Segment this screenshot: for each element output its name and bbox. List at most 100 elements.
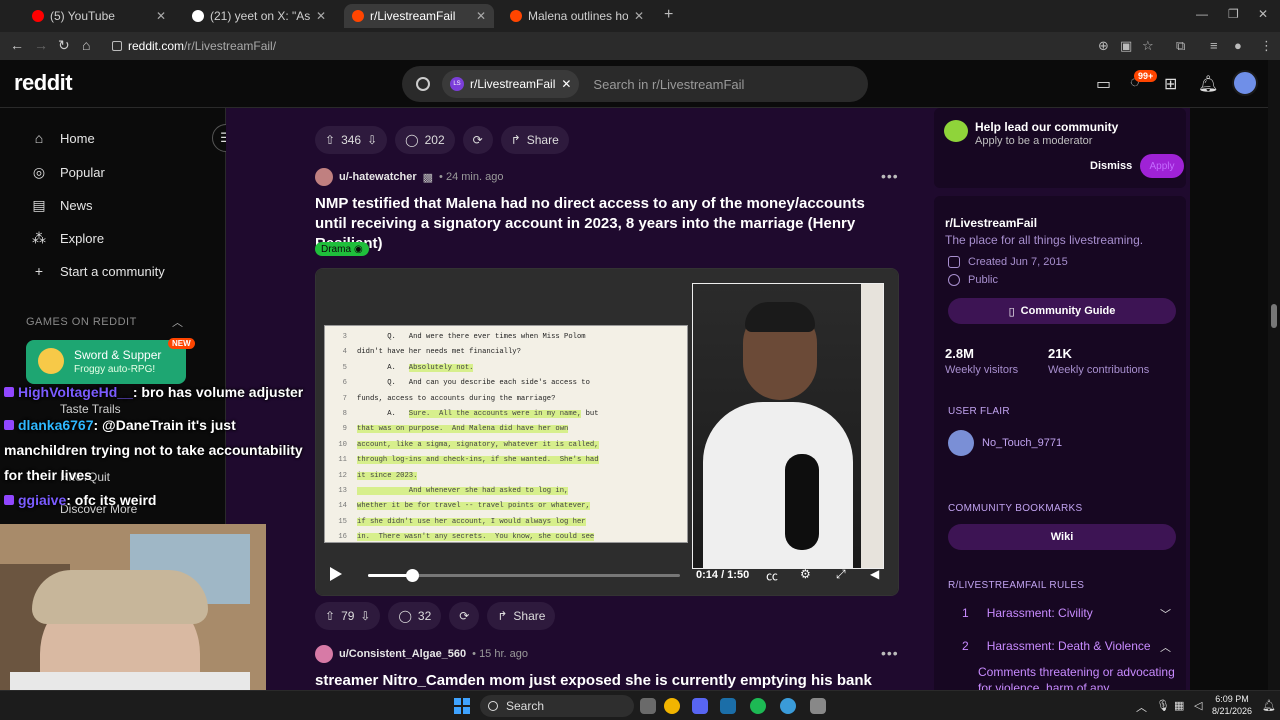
seek-handle[interactable] <box>405 569 419 582</box>
home-icon[interactable]: ⌂ <box>82 37 90 53</box>
downvote-icon[interactable]: ⇩ <box>360 609 370 623</box>
forward-icon[interactable]: → <box>34 37 48 53</box>
chrome-icon[interactable] <box>664 698 680 714</box>
community-name[interactable]: r/LivestreamFail <box>945 216 1037 230</box>
sidebar-item-popular[interactable]: ◎ Popular <box>30 164 105 181</box>
apply-button[interactable]: Apply <box>1140 154 1184 178</box>
close-tab-icon[interactable]: ✕ <box>476 9 486 23</box>
steam-icon[interactable] <box>720 698 736 714</box>
discord-icon[interactable] <box>692 698 708 714</box>
game-card-sword-supper[interactable]: Sword & Supper Froggy auto-RPG! <box>26 340 186 384</box>
bookmark-star-icon[interactable]: ☆ <box>1142 38 1154 54</box>
zoom-icon[interactable]: ⊕ <box>1098 38 1109 54</box>
notifications-icon[interactable]: 🔔︎ <box>1262 699 1276 712</box>
community-guide-button[interactable]: ▯ Community Guide <box>948 298 1176 324</box>
close-window-icon[interactable]: ✕ <box>1258 7 1268 21</box>
install-icon[interactable]: ▣ <box>1120 38 1132 54</box>
notifications-bell-icon[interactable]: 🔔︎ <box>1198 74 1218 94</box>
post-options-icon[interactable]: ••• <box>881 168 899 184</box>
post-meta: u/Consistent_Algae_560 • 15 hr. ago <box>315 645 528 663</box>
windows-start-icon[interactable] <box>454 698 470 714</box>
extensions-icon[interactable]: ⧉ <box>1176 38 1185 54</box>
video-player[interactable]: 3 Q. And were there ever times when Miss… <box>315 268 899 596</box>
fullscreen-icon[interactable]: ⤢ <box>836 567 846 582</box>
post-author[interactable]: u/-hatewatcher <box>339 171 417 183</box>
tab-livestreamfail[interactable]: r/LivestreamFail ✕ <box>344 4 494 28</box>
share-button[interactable]: ↱ Share <box>500 126 569 154</box>
site-info-icon[interactable] <box>112 41 122 51</box>
reddit-logo[interactable]: reddit <box>14 70 73 96</box>
tray-chevron-icon[interactable]: ︿ <box>1136 699 1147 715</box>
play-icon[interactable] <box>330 567 342 581</box>
taskbar-search[interactable]: Search <box>480 695 634 717</box>
upvote-icon[interactable]: ⇧ <box>325 133 335 147</box>
settings-gear-icon[interactable]: ⚙ <box>800 567 811 581</box>
user-avatar-icon[interactable] <box>315 168 333 186</box>
sidebar-item-home[interactable]: ⌂ Home <box>30 130 95 146</box>
tab-malena[interactable]: Malena outlines how her relati ✕ <box>502 4 652 28</box>
page-scrollbar[interactable] <box>1268 60 1280 690</box>
speaker-icon[interactable]: ◁ <box>1194 699 1202 712</box>
app-icon[interactable] <box>780 698 796 714</box>
chevron-up-icon[interactable]: ︿ <box>1160 639 1171 655</box>
minimize-icon[interactable]: — <box>1196 7 1208 21</box>
maximize-icon[interactable]: ❐ <box>1228 7 1239 21</box>
crosspost-button[interactable]: ⟳ <box>462 126 493 154</box>
gaming-app-icon[interactable] <box>640 698 656 714</box>
advertise-icon[interactable]: ▭ <box>1096 74 1111 94</box>
post-title[interactable]: NMP testified that Malena had no direct … <box>315 194 895 254</box>
user-flair[interactable]: No_Touch_9771 <box>948 430 1062 456</box>
create-post-icon[interactable]: ⊞ <box>1164 74 1177 94</box>
back-icon[interactable]: ← <box>10 37 24 53</box>
taskbar-clock[interactable]: 6:09 PM 8/21/2026 <box>1212 693 1252 717</box>
tab-youtube[interactable]: (5) YouTube ✕ <box>24 4 174 28</box>
transcript-line: 10 account, like a sigma, signatory, what… <box>331 438 687 453</box>
clear-chip-icon[interactable]: ✕ <box>561 77 571 91</box>
share-button[interactable]: ↱ Share <box>487 602 556 630</box>
close-tab-icon[interactable]: ✕ <box>634 9 644 23</box>
rule-item-2[interactable]: 2 Harassment: Death & Violence <box>962 639 1151 653</box>
close-tab-icon[interactable]: ✕ <box>156 9 166 23</box>
volume-icon[interactable]: ◀︎ <box>870 567 879 581</box>
network-icon[interactable]: ▦ <box>1174 699 1184 712</box>
post-title[interactable]: streamer Nitro_Camden mom just exposed s… <box>315 671 915 691</box>
user-avatar[interactable] <box>1232 70 1258 96</box>
sidebar-item-explore[interactable]: ⁂ Explore <box>30 230 104 247</box>
line-number: 16 <box>338 533 347 542</box>
scrollbar-thumb[interactable] <box>1271 304 1277 328</box>
dismiss-button[interactable]: Dismiss <box>1090 160 1132 172</box>
sidebar-item-start-community[interactable]: + Start a community <box>30 263 165 279</box>
reddit-icon <box>352 10 364 22</box>
weekly-contributions-label: Weekly contributions <box>1048 364 1150 376</box>
rule-item-1[interactable]: 1 Harassment: Civility <box>962 606 1093 620</box>
comments-button[interactable]: ◯ 32 <box>388 602 442 630</box>
browser-menu-icon[interactable]: ⋮ <box>1260 38 1273 54</box>
captions-icon[interactable]: ㏄ <box>766 567 778 584</box>
comments-button[interactable]: ◯ 202 <box>395 126 455 154</box>
crosspost-button[interactable]: ⟳ <box>449 602 480 630</box>
user-avatar-icon[interactable] <box>315 645 333 663</box>
search-input[interactable]: Search in r/LivestreamFail <box>593 77 744 92</box>
chevron-down-icon[interactable]: ﹀ <box>1160 606 1171 622</box>
sidebar-item-news[interactable]: ▤ News <box>30 197 92 214</box>
post-author[interactable]: u/Consistent_Algae_560 <box>339 648 466 660</box>
close-tab-icon[interactable]: ✕ <box>316 9 326 23</box>
search-bar[interactable]: LS r/LivestreamFail ✕ Search in r/Livest… <box>402 66 868 102</box>
chevron-up-icon[interactable]: ︿ <box>172 314 183 330</box>
new-tab-icon[interactable]: + <box>664 6 673 24</box>
post-flair[interactable]: Drama ◉ <box>315 242 369 256</box>
spotify-icon[interactable] <box>750 698 766 714</box>
wiki-button[interactable]: Wiki <box>948 524 1176 550</box>
profile-icon[interactable]: ● <box>1234 38 1242 53</box>
upvote-icon[interactable]: ⇧ <box>325 609 335 623</box>
url-field[interactable]: reddit.com/r/LivestreamFail/ <box>112 36 1092 56</box>
settings-icon[interactable] <box>810 698 826 714</box>
tab-x[interactable]: (21) yeet on X: "Asmongold cal ✕ <box>184 4 334 28</box>
microphone-icon[interactable]: 🎙︎ <box>1156 699 1170 712</box>
reload-icon[interactable]: ↻ <box>58 37 70 54</box>
subreddit-search-chip[interactable]: LS r/LivestreamFail ✕ <box>442 70 580 98</box>
post-options-icon[interactable]: ••• <box>881 645 899 661</box>
downvote-icon[interactable]: ⇩ <box>367 133 377 147</box>
reading-list-icon[interactable]: ≡ <box>1210 38 1218 53</box>
seek-bar[interactable] <box>368 569 680 582</box>
